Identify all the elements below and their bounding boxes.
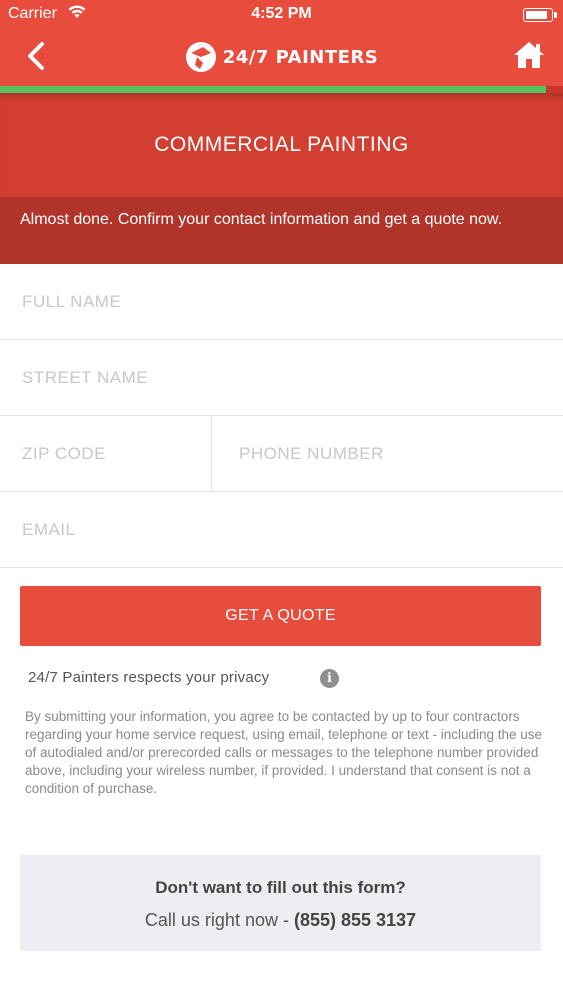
full-name-field [0,264,563,340]
battery-level [526,11,548,19]
zip-code-field [0,416,212,492]
status-bar: Carrier 4:52 PM [0,0,563,30]
progress-fill [0,86,547,93]
call-us-callout: Don't want to fill out this form? Call u… [20,855,541,951]
page-title: COMMERCIAL PAINTING [154,133,409,156]
brand-name: 24/7 PAINTERS [222,46,379,68]
zip-code-input[interactable] [0,416,211,491]
callout-call-line: Call us right now - (855) 855 3137 [20,910,541,931]
progress-bar [0,86,563,93]
callout-prefix: Call us right now - [144,910,294,930]
phone-number-field [212,416,563,492]
legal-disclaimer: By submitting your information, you agre… [25,709,543,796]
paint-brush-icon [185,42,216,72]
privacy-statement: 24/7 Painters respects your privacy [28,669,270,686]
status-time: 4:52 PM [251,5,312,22]
battery-icon [523,8,557,22]
callout-title: Don't want to fill out this form? [155,878,406,897]
brand-logo: 24/7 PAINTERS [0,40,563,74]
full-name-input[interactable] [0,264,563,339]
street-name-input[interactable] [0,340,563,415]
notice-banner: Almost done. Confirm your contact inform… [0,197,563,264]
email-input[interactable] [0,492,563,567]
phone-number-input[interactable] [212,416,563,491]
street-name-field [0,340,563,416]
info-icon[interactable]: i [320,669,339,688]
phone-number-link[interactable]: (855) 855 3137 [294,910,416,930]
get-quote-button[interactable]: GET A QUOTE [20,586,541,646]
email-field [0,492,563,568]
app-header: Carrier 4:52 PM 24/7 PAINTERS [0,0,563,90]
page-banner: COMMERCIAL PAINTING [0,93,563,197]
home-icon[interactable] [513,40,545,70]
